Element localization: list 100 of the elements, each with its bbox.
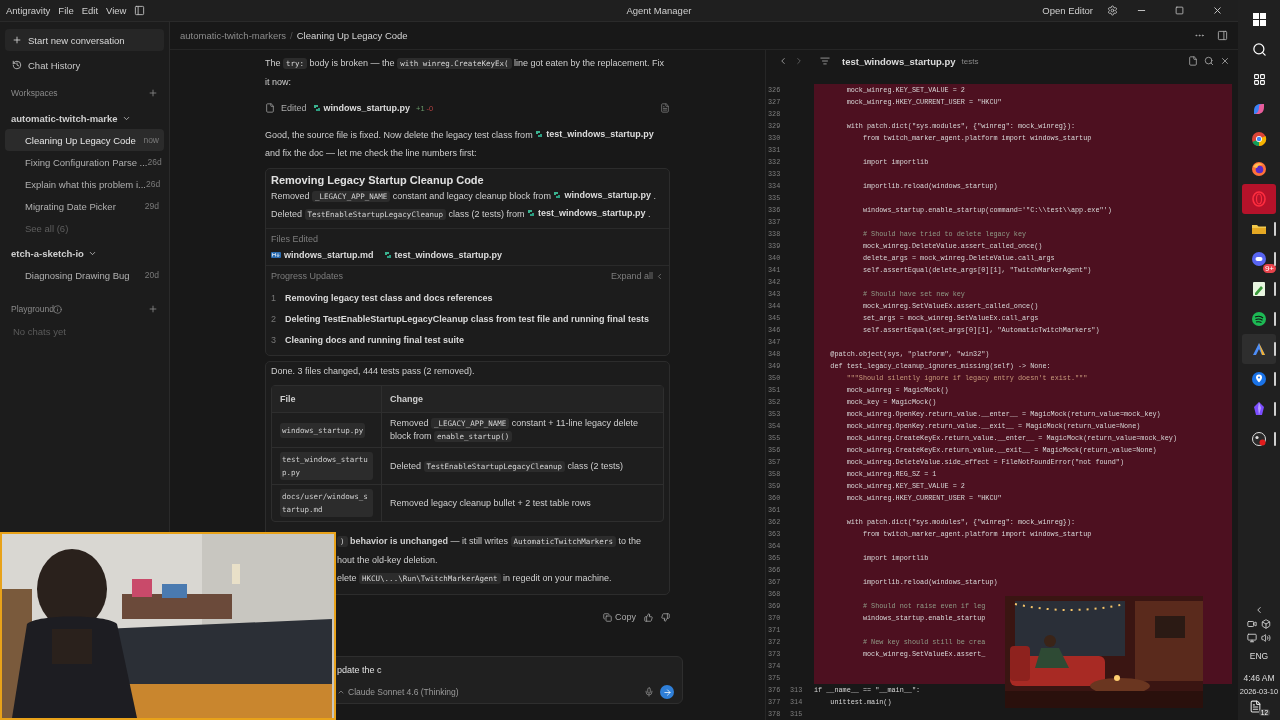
file-link[interactable]: test_windows_startup.py	[535, 125, 654, 143]
chat-title: Fixing Configuration Parse ...	[25, 156, 148, 168]
model-selector[interactable]: Claude Sonnet 4.6 (Thinking)	[337, 687, 459, 697]
open-editor-link[interactable]: Open Editor	[1042, 5, 1093, 16]
mic-icon[interactable]	[644, 687, 654, 697]
notification-badge: 9+	[1262, 264, 1276, 273]
file-link[interactable]: test_windows_startup.py	[383, 250, 503, 260]
notepad-icon[interactable]	[1251, 281, 1267, 297]
arrow-right-icon	[662, 687, 672, 697]
clock-time[interactable]: 4:46 AM	[1243, 673, 1275, 683]
maximize-icon[interactable]	[1174, 6, 1184, 15]
editor-file-name: test_windows_startup.py	[842, 55, 956, 67]
message-text: Good, the source file is fixed. Now delete the legacy test class from test_windows_startup.py and fix the doc — let me check the line numbers first:	[265, 125, 665, 162]
file-type-icon	[312, 104, 321, 112]
back-icon[interactable]	[778, 56, 788, 66]
thumbs-down-icon[interactable]	[661, 612, 670, 622]
chat-item[interactable]: Explain what this problem i...26d	[5, 173, 164, 195]
chat-item[interactable]: Fixing Configuration Parse ...26d	[5, 151, 164, 173]
send-button[interactable]	[660, 685, 674, 699]
table-cell-text: Removed legacy cleanup bullet + 2 test table rows	[389, 496, 592, 510]
section-label: Progress Updates	[271, 271, 344, 281]
plus-icon	[12, 35, 22, 45]
chat-history-link[interactable]: Chat History	[5, 54, 164, 76]
breadcrumb-item[interactable]: Cleaning Up Legacy Code	[296, 30, 408, 41]
file-type-icon	[535, 130, 544, 138]
close-icon[interactable]	[1220, 56, 1230, 66]
chat-item[interactable]: Migrating Date Picker 29d	[5, 195, 164, 217]
volume-icon[interactable]	[1261, 633, 1271, 643]
thumbs-up-icon[interactable]	[644, 612, 653, 622]
step-number: 2	[271, 313, 277, 324]
chat-title: Diagnosing Drawing Bug	[25, 269, 130, 281]
file-type-icon	[553, 191, 562, 199]
step-number: 1	[271, 292, 277, 303]
swirl-app-icon[interactable]	[1251, 101, 1267, 117]
map-pin-icon[interactable]	[1251, 371, 1267, 387]
task-view-icon[interactable]	[1252, 72, 1266, 86]
chat-app-icon[interactable]	[1251, 251, 1267, 267]
file-link[interactable]: windows_startup.py	[312, 103, 411, 113]
close-icon[interactable]	[1211, 5, 1223, 16]
settings-icon[interactable]	[1107, 5, 1118, 16]
open-indicator	[1274, 222, 1276, 236]
breadcrumb-item[interactable]: automatic-twitch-markers	[180, 30, 287, 41]
camera-icon[interactable]	[1247, 619, 1257, 629]
add-icon[interactable]	[148, 88, 158, 98]
copy-button[interactable]: Copy	[603, 612, 636, 622]
workspace-item[interactable]: etch-a-sketch-io	[5, 242, 164, 264]
panel-icon[interactable]	[1217, 30, 1228, 41]
info-icon[interactable]	[52, 304, 62, 314]
step-text: Cleaning docs and running final test suite	[285, 334, 464, 345]
chat-time: 26d	[147, 157, 162, 167]
browser-icon[interactable]	[1251, 161, 1267, 177]
message-input[interactable]: pdate the c	[337, 663, 457, 677]
new-conversation-button[interactable]: Start new conversation	[5, 29, 164, 51]
menu-item[interactable]: File	[58, 5, 74, 16]
open-indicator	[1274, 282, 1276, 296]
open-indicator	[1274, 432, 1276, 446]
file-link[interactable]: test_windows_startup.py	[527, 205, 646, 221]
history-icon	[12, 60, 22, 70]
notification-icon	[1249, 700, 1262, 713]
open-indicator	[1274, 372, 1276, 386]
browser-icon[interactable]	[1251, 131, 1267, 147]
search-icon[interactable]	[1204, 56, 1214, 66]
message-text: hout the old-key deletion.	[337, 554, 439, 567]
chevron-up-icon	[337, 688, 345, 696]
chevron-icon	[655, 271, 664, 281]
file-type-icon	[383, 251, 392, 259]
file-icon[interactable]	[1188, 56, 1198, 66]
document-icon[interactable]	[660, 103, 670, 113]
chat-item[interactable]: Cleaning Up Legacy Code now	[5, 129, 164, 151]
add-icon[interactable]	[148, 304, 158, 314]
breadcrumb-separator: /	[290, 30, 293, 41]
chevron-icon[interactable]	[1254, 605, 1264, 615]
gem-icon[interactable]	[1251, 401, 1267, 417]
music-app-icon[interactable]	[1251, 311, 1267, 327]
list-icon[interactable]	[820, 56, 830, 66]
start-icon[interactable]	[1252, 12, 1266, 26]
app-name: Antigravity	[6, 5, 51, 16]
arch-app-icon[interactable]	[1251, 341, 1267, 357]
open-indicator	[1274, 312, 1276, 326]
column-header: Change	[382, 386, 663, 413]
file-link[interactable]: windows_startup.md	[271, 250, 374, 260]
section-label: Files Edited	[271, 234, 319, 244]
search-icon[interactable]	[1251, 41, 1267, 57]
step-number: 3	[271, 334, 277, 345]
chat-title: Migrating Date Picker	[25, 200, 116, 212]
editor-folder: tests	[961, 56, 979, 66]
workspace-item[interactable]: automatic-twitch-marke	[5, 107, 164, 129]
open-indicator	[1274, 252, 1276, 266]
menu-item[interactable]: View	[106, 5, 127, 16]
language-indicator[interactable]: ENG	[1249, 651, 1269, 661]
chat-time: 20d	[144, 270, 159, 280]
menu-item[interactable]: Edit	[81, 5, 99, 16]
sidebar-toggle-icon[interactable]	[134, 5, 146, 16]
step-text: Removing legacy test class and docs references	[285, 292, 493, 303]
expand-all-button[interactable]: Expand all	[610, 271, 664, 281]
file-link[interactable]: windows_startup.py	[553, 187, 651, 203]
recorder-icon[interactable]	[1251, 431, 1267, 447]
box-icon[interactable]	[1261, 619, 1271, 629]
chat-item[interactable]: Diagnosing Drawing Bug 20d	[5, 264, 164, 286]
section-label: Workspaces	[11, 88, 58, 98]
